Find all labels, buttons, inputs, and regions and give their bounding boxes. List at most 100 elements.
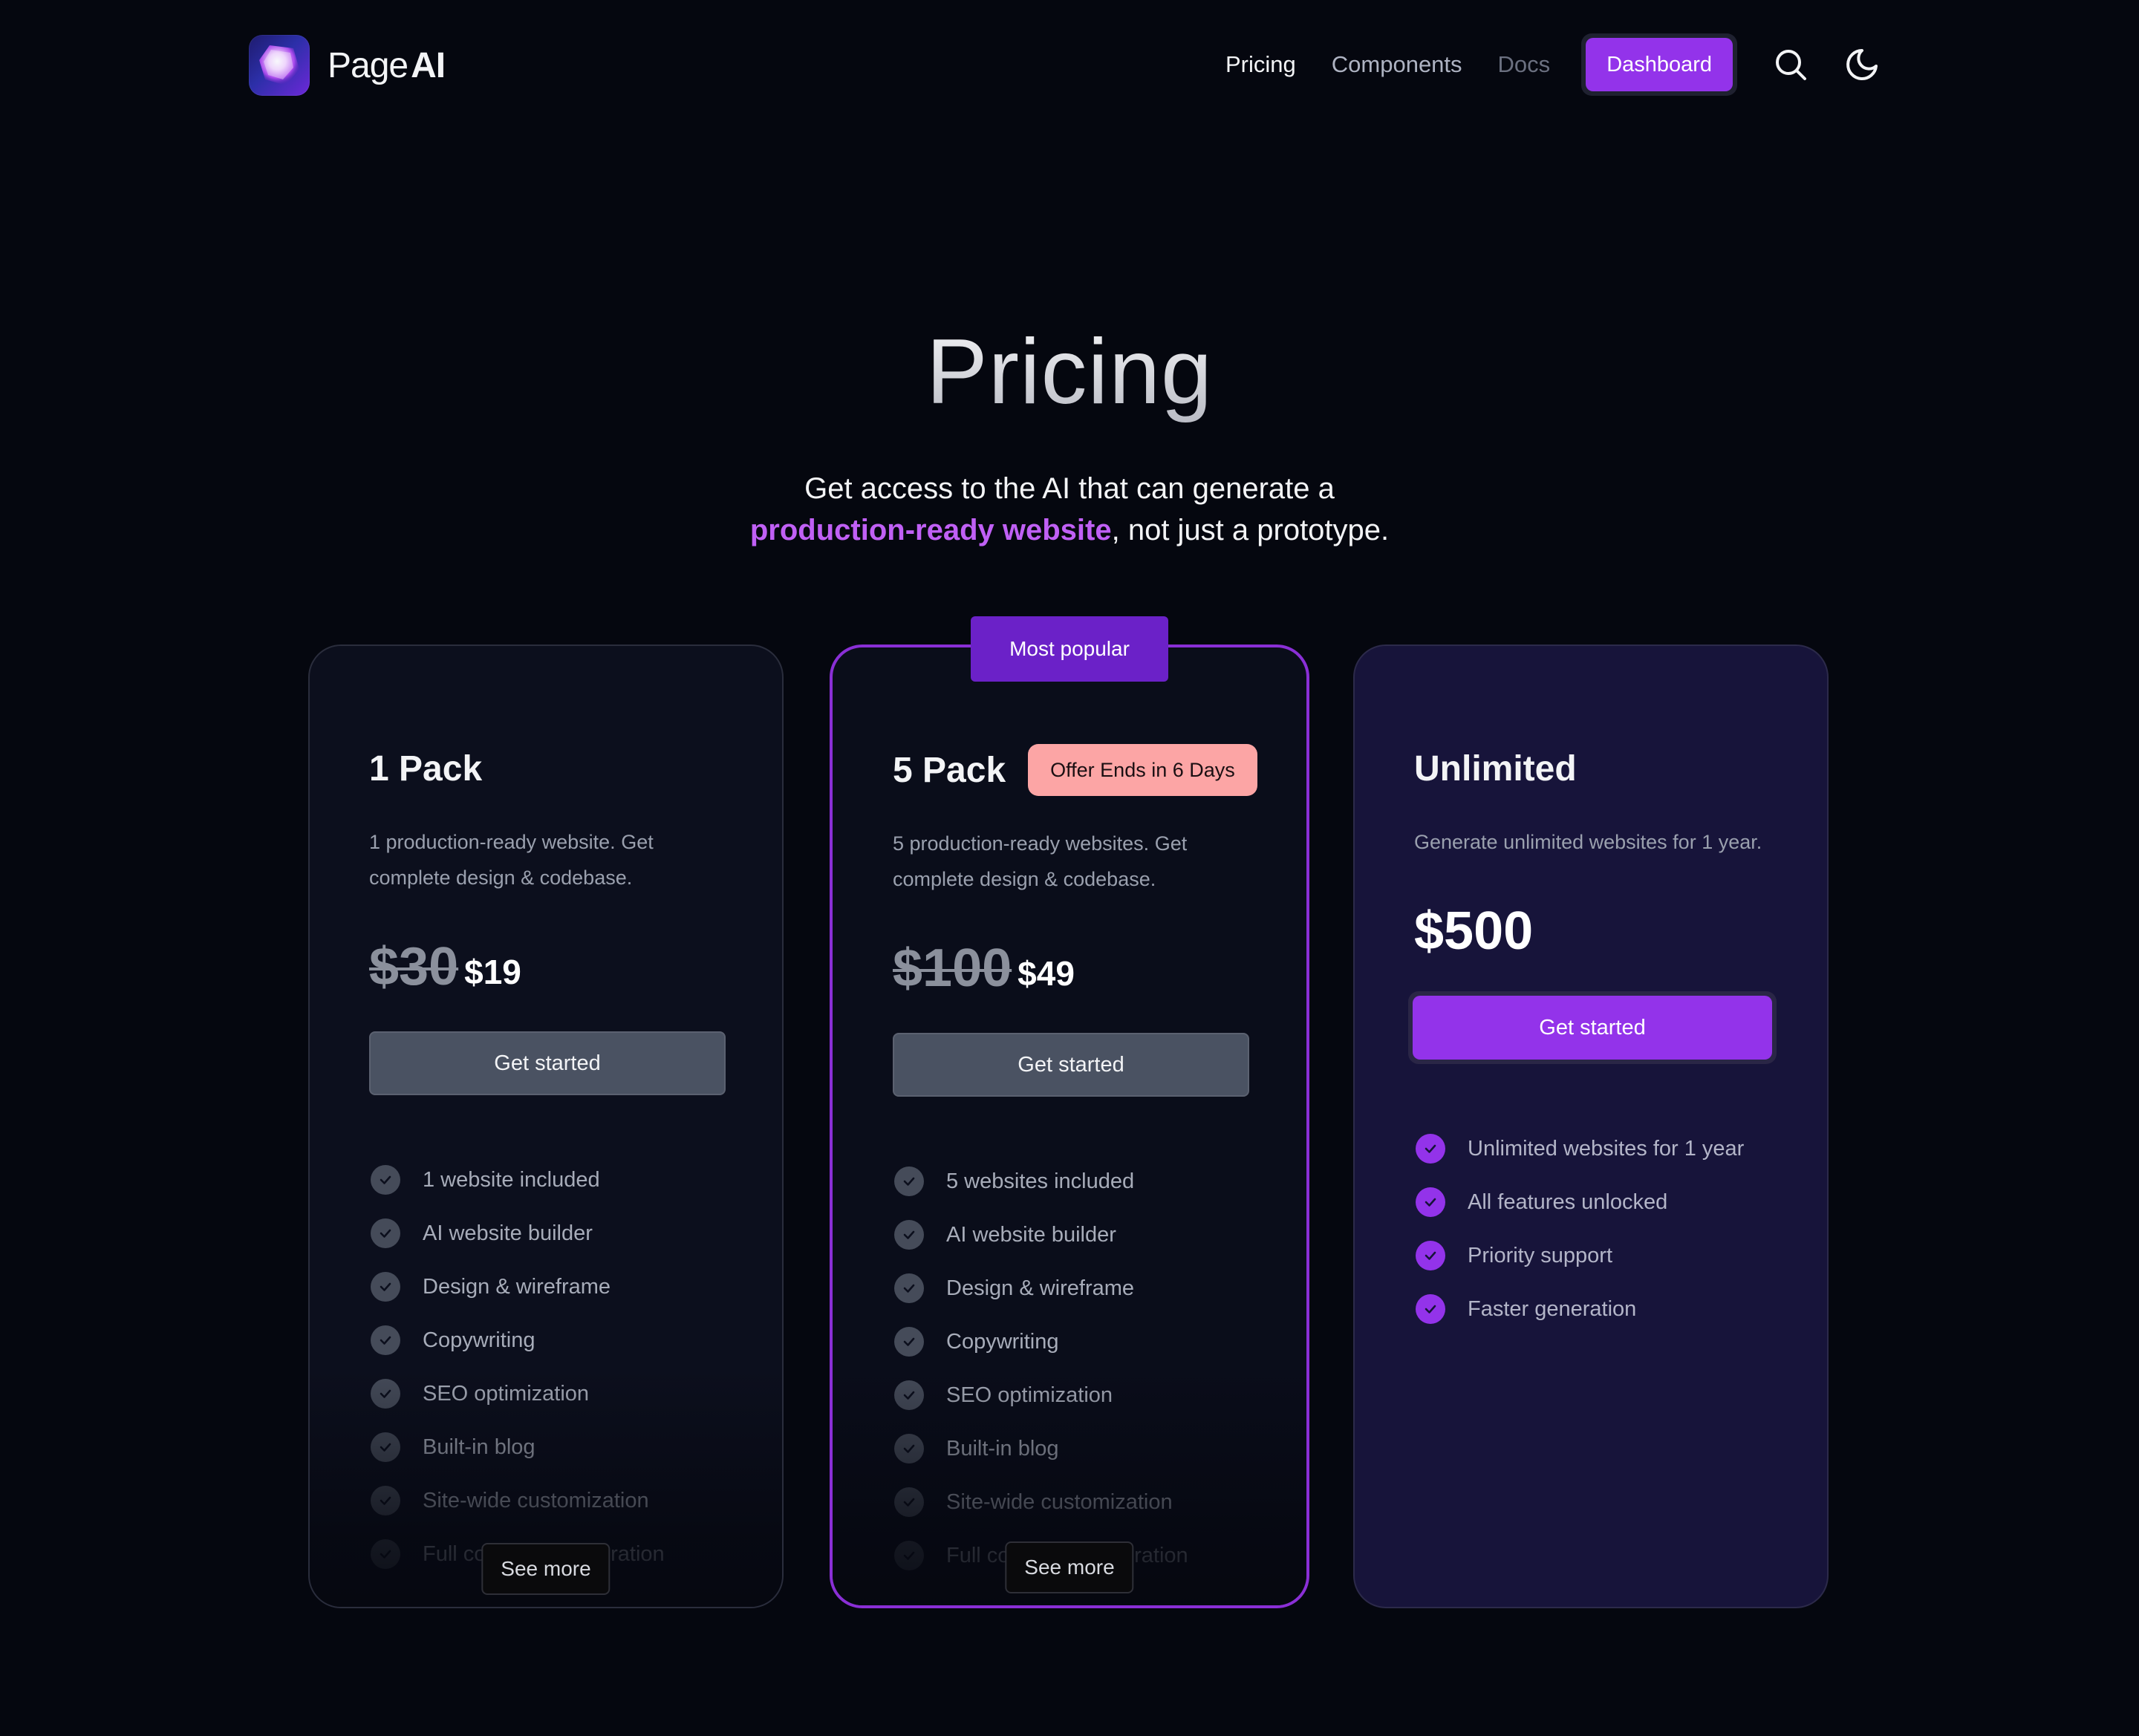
feature-label: Built-in blog <box>946 1436 1059 1461</box>
feature-item: Priority support <box>1414 1229 1768 1282</box>
feature-item: 1 website included <box>369 1153 723 1207</box>
check-icon <box>894 1487 924 1517</box>
check-icon <box>371 1325 400 1355</box>
feature-item: Faster generation <box>1414 1282 1768 1336</box>
price-row: $30 $19 <box>369 937 723 996</box>
plan-name: 5 Pack <box>893 750 1006 790</box>
plan-description: 5 production-ready websites. Get complet… <box>893 832 1188 890</box>
offer-badge: Offer Ends in 6 Days <box>1028 744 1257 796</box>
subtitle-line-1: Get access to the AI that can generate a <box>804 472 1335 505</box>
check-icon <box>371 1539 400 1569</box>
price-row: $100 $49 <box>893 939 1247 998</box>
feature-label: Design & wireframe <box>423 1274 611 1299</box>
feature-label: Built-in blog <box>423 1435 535 1459</box>
feature-label: All features unlocked <box>1468 1190 1668 1214</box>
feature-label: SEO optimization <box>423 1381 590 1406</box>
most-popular-badge: Most popular <box>971 616 1168 682</box>
check-icon <box>1416 1241 1445 1270</box>
moon-icon <box>1846 49 1878 80</box>
logo-text: Page AI <box>328 45 446 86</box>
check-icon <box>1416 1294 1445 1324</box>
logo-text-bold: AI <box>411 45 446 85</box>
feature-item: Design & wireframe <box>893 1262 1247 1315</box>
feature-item: Site-wide customization <box>893 1475 1247 1529</box>
feature-item: Unlimited websites for 1 year <box>1414 1122 1768 1175</box>
nav-link-components[interactable]: Components <box>1332 51 1462 78</box>
plan-header: 5 Pack Offer Ends in 6 Days <box>893 744 1257 796</box>
check-icon <box>894 1434 924 1463</box>
nav-link-docs[interactable]: Docs <box>1498 51 1551 78</box>
plan-card-content: 5 Pack Offer Ends in 6 Days 5 production… <box>893 744 1257 1582</box>
price-new: $19 <box>464 953 521 991</box>
check-icon <box>894 1220 924 1250</box>
check-icon <box>894 1541 924 1570</box>
get-started-button[interactable]: Get started <box>369 1031 726 1095</box>
theme-toggle-button[interactable] <box>1841 44 1883 85</box>
feature-label: AI website builder <box>946 1222 1116 1247</box>
feature-list: 1 website included AI website builder De… <box>369 1153 723 1581</box>
search-button[interactable] <box>1770 44 1811 85</box>
dashboard-button-wrap: Dashboard <box>1581 33 1738 96</box>
get-started-button[interactable]: Get started <box>1413 996 1772 1060</box>
feature-label: Copywriting <box>423 1328 535 1352</box>
plan-card-content: 1 Pack 1 production-ready website. Get c… <box>369 743 726 1581</box>
logo-link[interactable]: Page AI <box>249 35 446 96</box>
feature-item: All features unlocked <box>1414 1175 1768 1229</box>
subtitle-highlight: production-ready website <box>749 514 1112 546</box>
price: $500 <box>1414 901 1534 961</box>
get-started-button[interactable]: Get started <box>893 1033 1249 1097</box>
check-icon <box>894 1273 924 1303</box>
feature-item: SEO optimization <box>369 1367 723 1420</box>
site-header: Page AI Pricing Components Docs Dashboard <box>0 0 2139 134</box>
plan-card-content: Unlimited Generate unlimited websites fo… <box>1408 743 1777 1336</box>
plan-name: 1 Pack <box>369 748 483 789</box>
plan-description: Generate unlimited websites for 1 year. <box>1414 831 1762 853</box>
main-nav: Pricing Components Docs Dashboard <box>1225 33 1912 97</box>
plan-header: 1 Pack <box>369 743 723 794</box>
search-icon <box>1776 50 1807 80</box>
price-new: $49 <box>1018 954 1075 993</box>
feature-label: 1 website included <box>423 1167 600 1192</box>
get-started-button-wrap: Get started <box>1408 991 1777 1064</box>
page-title: Pricing <box>0 319 2139 425</box>
check-icon <box>371 1432 400 1462</box>
dashboard-button[interactable]: Dashboard <box>1586 38 1733 91</box>
feature-label: Site-wide customization <box>423 1488 649 1513</box>
feature-item: AI website builder <box>893 1208 1247 1262</box>
check-icon <box>371 1165 400 1195</box>
feature-list: Unlimited websites for 1 year All featur… <box>1414 1122 1768 1336</box>
nav-link-pricing[interactable]: Pricing <box>1225 51 1296 78</box>
feature-label: Priority support <box>1468 1243 1613 1267</box>
subtitle-rest: , not just a prototype. <box>1111 514 1390 546</box>
feature-item: Built-in blog <box>369 1420 723 1474</box>
check-icon <box>371 1218 400 1248</box>
feature-item: SEO optimization <box>893 1368 1247 1422</box>
check-icon <box>1416 1187 1445 1217</box>
feature-label: Unlimited websites for 1 year <box>1468 1136 1745 1161</box>
feature-item: Design & wireframe <box>369 1260 723 1314</box>
plan-card-1-pack: 1 Pack 1 production-ready website. Get c… <box>308 645 784 1608</box>
plan-card-unlimited: Unlimited Generate unlimited websites fo… <box>1353 645 1829 1608</box>
feature-label: Site-wide customization <box>946 1489 1173 1514</box>
see-more-button[interactable]: See more <box>1005 1541 1134 1593</box>
feature-list: 5 websites included AI website builder D… <box>893 1155 1247 1582</box>
see-more-button[interactable]: See more <box>481 1543 611 1595</box>
check-icon <box>1416 1134 1445 1164</box>
feature-label: SEO optimization <box>946 1383 1113 1407</box>
plan-description: 1 production-ready website. Get complete… <box>369 831 654 889</box>
feature-label: Faster generation <box>1468 1296 1637 1321</box>
check-icon <box>371 1379 400 1409</box>
feature-item: Site-wide customization <box>369 1474 723 1527</box>
check-icon <box>894 1166 924 1196</box>
check-icon <box>371 1486 400 1515</box>
feature-item: AI website builder <box>369 1207 723 1260</box>
feature-item: Copywriting <box>369 1314 723 1367</box>
check-icon <box>371 1272 400 1302</box>
logo-text-light: Page <box>328 45 408 85</box>
feature-label: AI website builder <box>423 1221 593 1245</box>
plan-name: Unlimited <box>1414 748 1577 789</box>
price-old: $30 <box>369 937 459 996</box>
plan-card-5-pack: 5 Pack Offer Ends in 6 Days 5 production… <box>830 645 1309 1608</box>
price-old: $100 <box>893 939 1012 998</box>
feature-item: Built-in blog <box>893 1422 1247 1475</box>
